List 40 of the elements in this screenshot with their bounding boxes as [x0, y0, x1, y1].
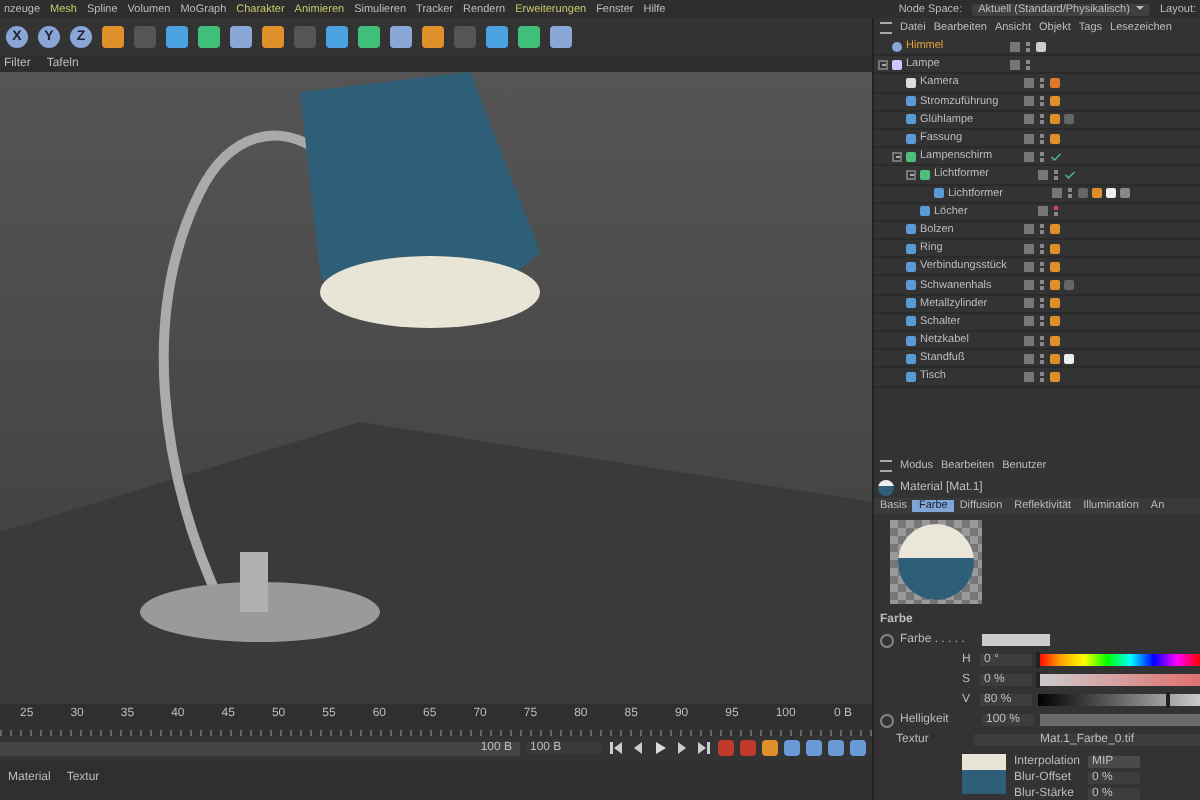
play-icon[interactable]: [652, 740, 668, 756]
layer-checkbox-icon[interactable]: [1024, 77, 1034, 88]
texture-thumbnail: [962, 754, 1006, 794]
layer-checkbox-icon[interactable]: [1010, 41, 1020, 52]
last-frame-icon[interactable]: [696, 740, 712, 756]
radio-icon[interactable]: [880, 633, 894, 647]
brightness-slider-fill[interactable]: [1040, 714, 1200, 726]
collapse-icon[interactable]: [878, 59, 888, 70]
layer-checkbox-icon[interactable]: [1010, 59, 1020, 70]
layer-checkbox-icon[interactable]: [1024, 224, 1034, 235]
layer-checkbox-icon[interactable]: [1024, 96, 1034, 107]
material-preview: [890, 520, 982, 604]
layer-checkbox-icon[interactable]: [1024, 261, 1034, 272]
collapse-icon[interactable]: [906, 169, 916, 180]
collapse-icon[interactable]: [892, 151, 902, 162]
menu-icon[interactable]: [880, 460, 892, 472]
slider-thumb[interactable]: [1165, 692, 1170, 708]
layer-checkbox-icon[interactable]: [1024, 353, 1034, 364]
layer-checkbox-icon[interactable]: [1038, 169, 1048, 180]
color-swatch[interactable]: [982, 634, 1050, 646]
group-icon: [892, 59, 902, 70]
layer-checkbox-icon[interactable]: [1024, 298, 1034, 309]
first-frame-icon[interactable]: [608, 740, 624, 756]
layer-checkbox-icon[interactable]: [1024, 114, 1034, 125]
layer-checkbox-icon[interactable]: [1052, 188, 1062, 199]
menu-icon[interactable]: [880, 22, 892, 34]
layer-checkbox-icon[interactable]: [1038, 206, 1048, 217]
layer-checkbox-icon[interactable]: [1024, 151, 1034, 162]
layer-checkbox-icon[interactable]: [1024, 280, 1034, 291]
layer-checkbox-icon[interactable]: [1024, 335, 1034, 346]
layer-checkbox-icon[interactable]: [1024, 133, 1034, 144]
sky-icon: [892, 41, 902, 52]
radio-icon[interactable]: [880, 713, 894, 727]
material-sphere-icon: [878, 479, 894, 495]
layer-checkbox-icon[interactable]: [1024, 371, 1034, 382]
layer-checkbox-icon[interactable]: [1024, 243, 1034, 254]
layer-checkbox-icon[interactable]: [1024, 316, 1034, 327]
tag-icon[interactable]: [1036, 41, 1046, 52]
next-key-icon[interactable]: [674, 740, 690, 756]
previous-key-icon[interactable]: [630, 740, 646, 756]
